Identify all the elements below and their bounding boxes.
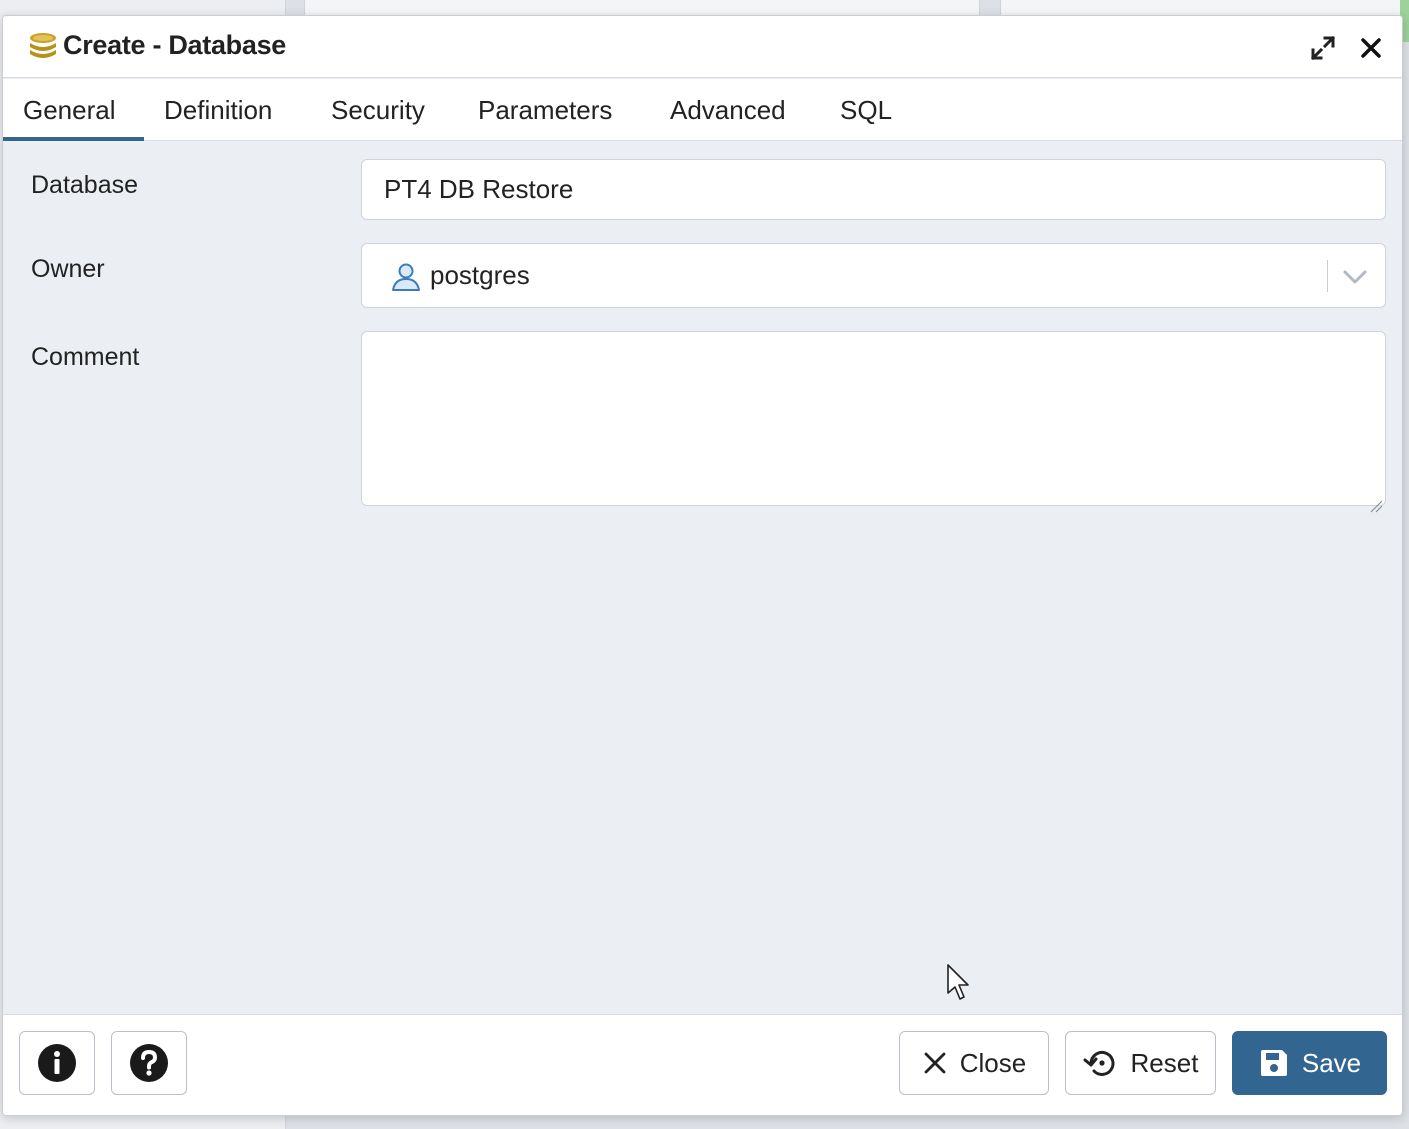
tab-sql[interactable]: SQL xyxy=(820,79,912,141)
database-name-input[interactable]: PT4 DB Restore xyxy=(361,159,1386,220)
dialog-footer: Close Reset Save xyxy=(3,1014,1402,1115)
close-button-label: Close xyxy=(959,1047,1027,1078)
help-button[interactable] xyxy=(111,1031,187,1095)
tab-general[interactable]: General xyxy=(3,79,144,141)
tab-definition[interactable]: Definition xyxy=(144,79,292,141)
chevron-down-icon[interactable] xyxy=(1340,264,1370,290)
owner-label: Owner xyxy=(31,255,105,283)
tab-advanced[interactable]: Advanced xyxy=(650,79,806,141)
select-divider xyxy=(1327,260,1328,292)
save-button[interactable]: Save xyxy=(1232,1031,1387,1095)
database-icon xyxy=(27,32,59,62)
maximize-button[interactable] xyxy=(1305,30,1341,66)
reset-button-label: Reset xyxy=(1130,1047,1199,1078)
user-icon xyxy=(390,262,422,292)
create-database-dialog: Create - Database General Definition Sec… xyxy=(2,15,1403,1116)
save-button-label: Save xyxy=(1301,1047,1362,1078)
tab-bar: General Definition Security Parameters A… xyxy=(3,79,1402,141)
mouse-cursor-icon xyxy=(947,964,969,1000)
dialog-close-button[interactable] xyxy=(1353,30,1389,66)
save-icon xyxy=(1260,1050,1287,1076)
info-icon xyxy=(38,1044,76,1082)
close-icon xyxy=(1361,38,1381,58)
dialog-title: Create - Database xyxy=(63,30,287,60)
reset-button[interactable]: Reset xyxy=(1065,1031,1216,1095)
comment-textarea[interactable] xyxy=(361,331,1386,513)
close-icon xyxy=(924,1052,946,1074)
comment-label: Comment xyxy=(31,343,140,371)
tab-security[interactable]: Security xyxy=(311,79,445,141)
tab-parameters[interactable]: Parameters xyxy=(458,79,632,141)
resize-grip-icon[interactable] xyxy=(1369,489,1383,513)
dialog-titlebar[interactable]: Create - Database xyxy=(3,16,1402,78)
reset-icon xyxy=(1083,1050,1114,1076)
help-icon xyxy=(130,1044,168,1082)
owner-value: postgres xyxy=(430,260,530,290)
expand-icon xyxy=(1310,35,1336,61)
database-label: Database xyxy=(31,171,139,199)
owner-select[interactable]: postgres xyxy=(361,243,1386,308)
close-button[interactable]: Close xyxy=(899,1031,1049,1095)
info-button[interactable] xyxy=(19,1031,95,1095)
